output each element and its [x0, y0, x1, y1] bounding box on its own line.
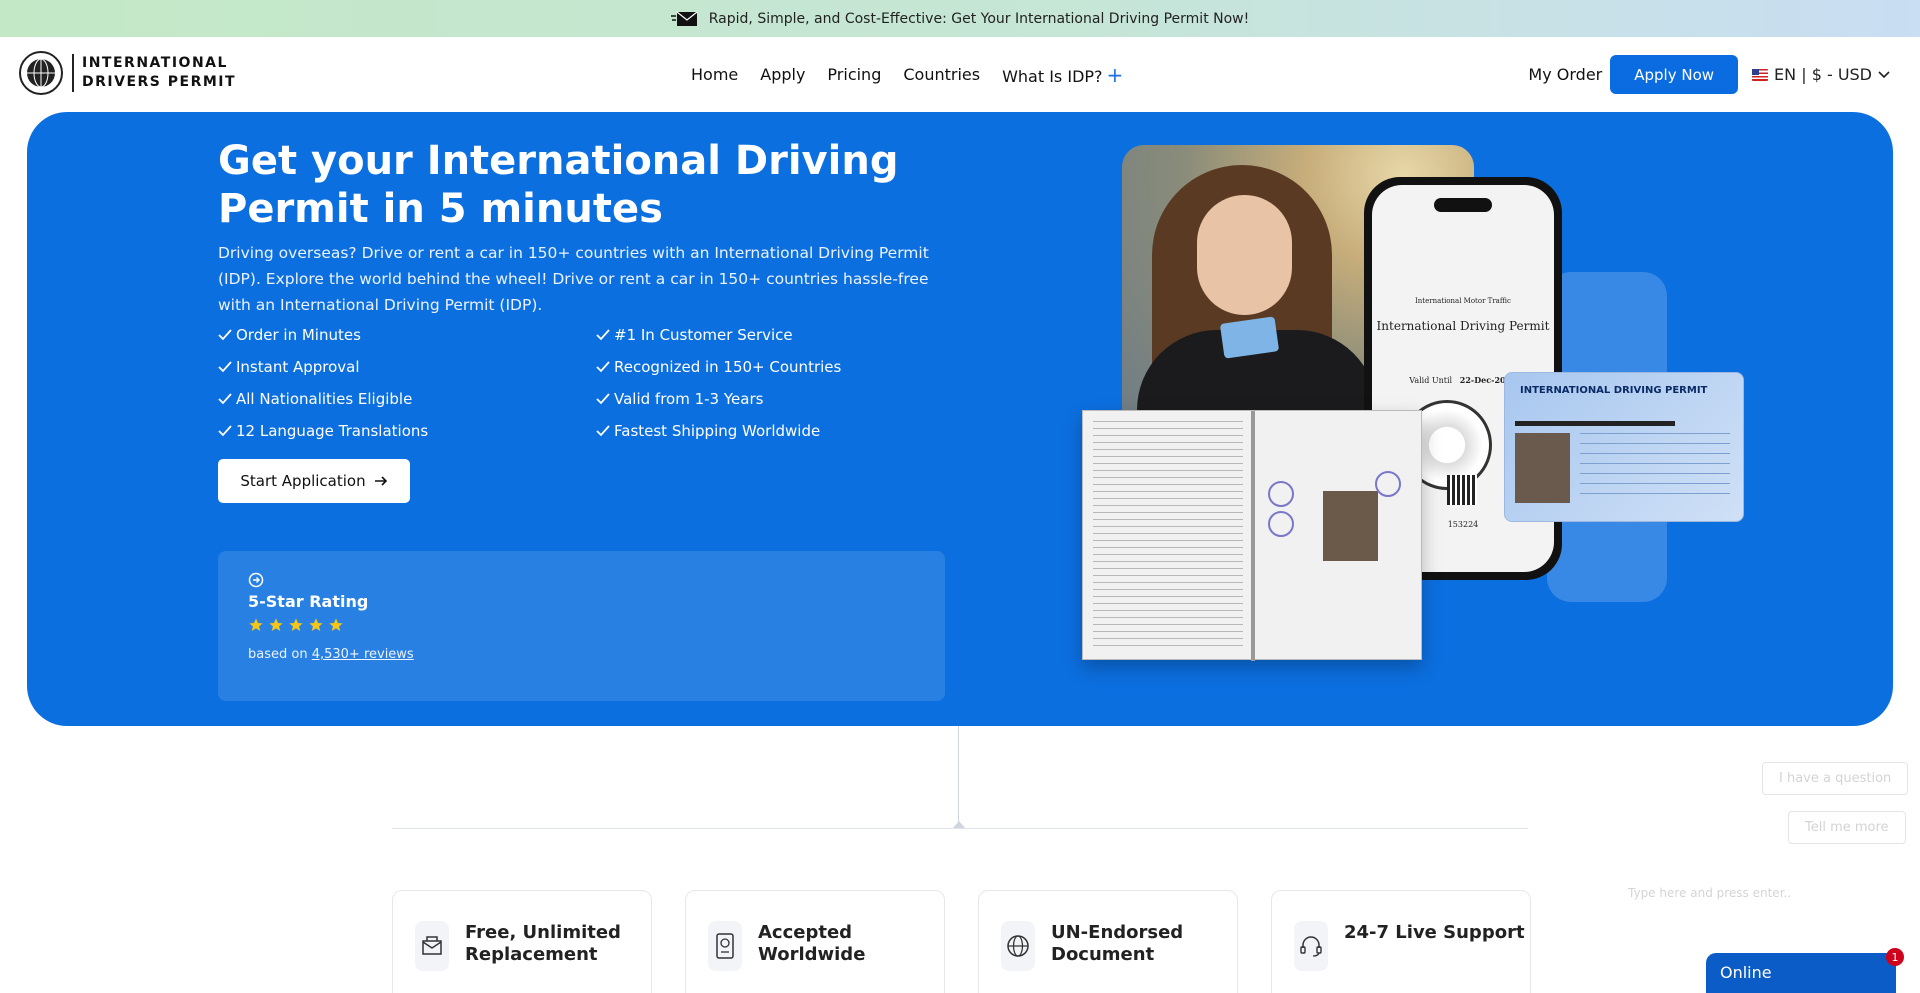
check-icon — [218, 393, 232, 405]
star-icon — [249, 618, 263, 631]
benefit-title: Free, Unlimited Replacement — [465, 922, 621, 965]
promo-bar: Rapid, Simple, and Cost-Effective: Get Y… — [0, 0, 1920, 37]
site-header: INTERNATIONAL DRIVERS PERMIT Home Apply … — [0, 37, 1920, 112]
chevron-down-icon — [1878, 70, 1890, 78]
envelope-icon — [415, 921, 449, 971]
globe-icon — [1001, 921, 1035, 971]
star-icon — [269, 618, 283, 631]
benefit-card: UN-Endorsed Document — [978, 890, 1238, 993]
feature-label: Order in Minutes — [236, 326, 361, 344]
benefit-title: UN-Endorsed Document — [1051, 922, 1184, 965]
online-chat-widget[interactable]: Online 1 — [1706, 948, 1904, 993]
check-icon — [596, 329, 610, 341]
phone-title: International Driving Permit — [1376, 319, 1550, 333]
feature-label: #1 In Customer Service — [614, 326, 793, 344]
main-nav: Home Apply Pricing Countries What Is IDP… — [691, 37, 1123, 112]
feature-label: All Nationalities Eligible — [236, 390, 413, 408]
feature-item: Instant Approval — [218, 356, 596, 378]
divider-vertical — [958, 726, 959, 826]
check-icon — [218, 329, 232, 341]
apply-now-button[interactable]: Apply Now — [1610, 55, 1739, 94]
feature-item: Valid from 1-3 Years — [596, 388, 956, 410]
nav-what-is-idp-label: What Is IDP? — [1002, 66, 1103, 86]
arrow-right-icon — [374, 476, 387, 486]
star-rating — [248, 617, 344, 633]
permit-booklet — [1082, 410, 1422, 661]
rating-title: 5-Star Rating — [248, 592, 369, 611]
header-actions: My Order Apply Now EN | $ - USD — [1528, 37, 1890, 112]
site-logo[interactable]: INTERNATIONAL DRIVERS PERMIT — [18, 50, 236, 96]
benefit-card: Free, Unlimited Replacement — [392, 890, 652, 993]
chat-quick-reply[interactable]: I have a question — [1762, 762, 1909, 795]
language-currency-selector[interactable]: EN | $ - USD — [1752, 65, 1890, 84]
phone-line1: International Motor Traffic — [1415, 297, 1511, 305]
feature-item: Fastest Shipping Worldwide — [596, 420, 956, 442]
benefit-card: Accepted Worldwide — [685, 890, 945, 993]
my-order-link[interactable]: My Order — [1528, 65, 1602, 84]
divider-horizontal — [392, 828, 1528, 829]
check-icon — [596, 393, 610, 405]
nav-what-is-idp[interactable]: What Is IDP? + — [1002, 63, 1123, 87]
rating-based-on: based on 4,530+ reviews — [248, 647, 414, 662]
reviews-link[interactable]: 4,530+ reviews — [312, 647, 414, 662]
chat-quick-reply[interactable]: Tell me more — [1788, 811, 1906, 844]
logo-line1: INTERNATIONAL — [82, 55, 228, 71]
nav-countries[interactable]: Countries — [903, 65, 980, 84]
idcard-title: INTERNATIONAL DRIVING PERMIT — [1520, 385, 1708, 396]
feature-item: Recognized in 150+ Countries — [596, 356, 956, 378]
rating-card: 5-Star Rating based on 4,530+ reviews — [218, 551, 945, 701]
hero-section: Get your International Driving Permit in… — [27, 112, 1893, 726]
start-application-label: Start Application — [240, 472, 366, 490]
benefit-card: 24-7 Live Support — [1271, 890, 1531, 993]
check-icon — [596, 361, 610, 373]
promo-text: Rapid, Simple, and Cost-Effective: Get Y… — [708, 10, 1250, 27]
plus-icon: + — [1106, 62, 1124, 87]
nav-pricing[interactable]: Pricing — [827, 65, 881, 84]
headset-icon — [1294, 921, 1328, 971]
feature-label: Valid from 1-3 Years — [614, 390, 764, 408]
based-on-prefix: based on — [248, 647, 312, 662]
feature-label: Fastest Shipping Worldwide — [614, 422, 821, 440]
benefit-title: Accepted Worldwide — [758, 922, 866, 965]
star-icon — [309, 618, 323, 631]
logo-line2: DRIVERS PERMIT — [82, 74, 237, 90]
start-application-button[interactable]: Start Application — [218, 459, 410, 503]
feature-item: Order in Minutes — [218, 324, 596, 346]
feature-item: All Nationalities Eligible — [218, 388, 596, 410]
feature-item: #1 In Customer Service — [596, 324, 956, 346]
check-icon — [218, 425, 232, 437]
divider-arrow — [953, 821, 965, 828]
logo-seal-icon — [19, 51, 63, 95]
envelope-speed-icon — [670, 11, 698, 26]
star-icon — [329, 618, 343, 631]
nav-apply[interactable]: Apply — [760, 65, 805, 84]
feature-item: 12 Language Translations — [218, 420, 596, 442]
check-icon — [596, 425, 610, 437]
arrow-circle-icon — [248, 572, 264, 588]
language-currency-label: EN | $ - USD — [1774, 65, 1872, 84]
chat-input-placeholder[interactable]: Type here and press enter.. — [1628, 886, 1791, 900]
benefit-cards: Free, Unlimited Replacement Accepted Wor… — [392, 890, 1531, 993]
us-flag-icon — [1752, 68, 1769, 81]
hero-title: Get your International Driving Permit in… — [218, 138, 899, 232]
hero-description: Driving overseas? Drive or rent a car in… — [218, 244, 929, 314]
id-card: INTERNATIONAL DRIVING PERMIT — [1504, 372, 1744, 522]
nav-home[interactable]: Home — [691, 65, 738, 84]
notification-badge: 1 — [1886, 948, 1904, 966]
feature-label: 12 Language Translations — [236, 422, 429, 440]
hero-illustration: International Motor Traffic Internationa… — [1077, 127, 1797, 687]
logo-text: INTERNATIONAL DRIVERS PERMIT — [72, 54, 236, 92]
benefit-title: 24-7 Live Support — [1344, 922, 1525, 943]
feature-label: Instant Approval — [236, 358, 360, 376]
online-label: Online — [1720, 963, 1772, 982]
feature-list: Order in Minutes #1 In Customer Service … — [218, 324, 956, 442]
feature-label: Recognized in 150+ Countries — [614, 358, 842, 376]
check-icon — [218, 361, 232, 373]
passport-icon — [708, 921, 742, 971]
star-icon — [289, 618, 303, 631]
phone-valid-label: Valid Until — [1409, 376, 1453, 385]
